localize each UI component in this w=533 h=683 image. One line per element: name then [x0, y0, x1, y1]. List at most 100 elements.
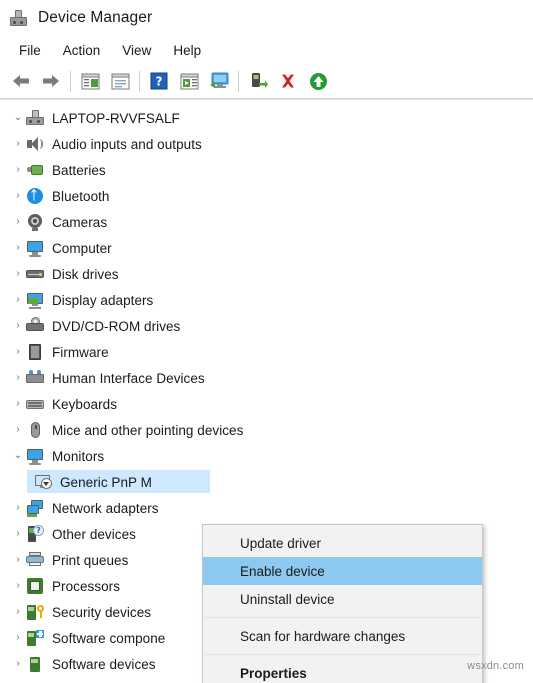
tree-item-label: LAPTOP-RVVFSALF — [52, 110, 180, 126]
tree-item-firmware[interactable]: › Firmware — [0, 339, 533, 365]
chevron-right-icon[interactable]: › — [10, 659, 26, 669]
firmware-icon — [26, 343, 44, 361]
help-icon[interactable]: ? — [144, 67, 174, 95]
tree-item-label: Other devices — [52, 526, 136, 542]
svg-text:?: ? — [156, 75, 163, 89]
security-device-icon — [26, 603, 44, 621]
tree-item-dvd-cd-rom-drives[interactable]: › DVD/CD-ROM drives — [0, 313, 533, 339]
chevron-right-icon[interactable]: › — [10, 555, 26, 565]
tree-item-label: Display adapters — [52, 292, 154, 308]
hid-icon — [26, 369, 44, 387]
tree-item-batteries[interactable]: › Batteries — [0, 157, 533, 183]
context-menu[interactable]: Update driver Enable device Uninstall de… — [202, 524, 483, 683]
forward-icon[interactable] — [36, 67, 66, 95]
tree-item-audio-inputs-and-outputs[interactable]: › Audio inputs and outputs — [0, 131, 533, 157]
speaker-icon — [26, 135, 44, 153]
tree-item-label: Software devices — [52, 656, 156, 672]
camera-icon — [26, 213, 44, 231]
chevron-right-icon[interactable]: › — [10, 295, 26, 305]
tree-item-label: Computer — [52, 240, 112, 256]
context-menu-item-update-driver[interactable]: Update driver — [203, 529, 482, 557]
computer-root-icon — [26, 109, 44, 127]
software-component-icon — [26, 629, 44, 647]
tree-item-label: Audio inputs and outputs — [52, 136, 202, 152]
tree-item-bluetooth[interactable]: › ᛏ Bluetooth — [0, 183, 533, 209]
chevron-right-icon[interactable]: › — [10, 165, 26, 175]
tree-item-label: Network adapters — [52, 500, 159, 516]
chevron-right-icon[interactable]: › — [10, 529, 26, 539]
tree-item-label: Software compone — [52, 630, 166, 646]
chevron-right-icon[interactable]: › — [10, 243, 26, 253]
chevron-right-icon[interactable]: › — [10, 139, 26, 149]
network-adapter-icon — [26, 499, 44, 517]
update-driver-icon[interactable] — [174, 67, 204, 95]
chevron-right-icon[interactable]: › — [10, 269, 26, 279]
toolbar-separator — [238, 70, 239, 92]
tree-item-cameras[interactable]: › Cameras — [0, 209, 533, 235]
tree-item-computer[interactable]: › Computer — [0, 235, 533, 261]
chevron-right-icon[interactable]: › — [10, 399, 26, 409]
chevron-right-icon[interactable]: › — [10, 347, 26, 357]
device-manager-icon — [9, 9, 28, 28]
chevron-down-icon[interactable]: ⌄ — [10, 113, 26, 123]
tree-item-network-adapters[interactable]: › Network adapters — [0, 495, 533, 521]
show-hide-console-tree-icon[interactable] — [75, 67, 105, 95]
tree-item-label: Security devices — [52, 604, 152, 620]
software-device-icon — [26, 655, 44, 673]
chevron-right-icon[interactable]: › — [10, 503, 26, 513]
tree-item-label: Human Interface Devices — [52, 370, 205, 386]
context-menu-item-enable-device[interactable]: Enable device — [203, 557, 482, 585]
tree-item-label: DVD/CD-ROM drives — [52, 318, 181, 334]
tree-item-label: Monitors — [52, 448, 105, 464]
context-menu-item-properties[interactable]: Properties — [203, 659, 482, 683]
monitor-icon — [26, 447, 44, 465]
context-menu-separator — [205, 654, 480, 655]
chevron-down-icon[interactable]: ⌄ — [10, 451, 26, 461]
tree-item-root[interactable]: ⌄ LAPTOP-RVVFSALF — [0, 105, 533, 131]
tree-item-human-interface-devices[interactable]: › Human Interface Devices — [0, 365, 533, 391]
window-title: Device Manager — [38, 9, 153, 26]
chevron-right-icon[interactable]: › — [10, 607, 26, 617]
chevron-right-icon[interactable]: › — [10, 373, 26, 383]
device-tree[interactable]: ⌄ LAPTOP-RVVFSALF › Audio inputs and out… — [0, 100, 533, 683]
tree-item-label: Keyboards — [52, 396, 117, 412]
tree-item-keyboards[interactable]: › Keyboards — [0, 391, 533, 417]
back-icon[interactable] — [6, 67, 36, 95]
menu-view[interactable]: View — [111, 40, 162, 61]
chevron-right-icon[interactable]: › — [10, 581, 26, 591]
context-menu-item-scan-for-hardware-changes[interactable]: Scan for hardware changes — [203, 622, 482, 650]
tree-item-generic-pnp-monitor[interactable]: Generic PnP M — [0, 469, 533, 495]
properties-icon[interactable] — [105, 67, 135, 95]
menu-file[interactable]: File — [8, 40, 52, 61]
menu-help[interactable]: Help — [162, 40, 212, 61]
generic-pnp-monitor-icon — [34, 473, 52, 491]
disk-drive-icon — [26, 265, 44, 283]
keyboard-icon — [26, 395, 44, 413]
menu-action[interactable]: Action — [52, 40, 112, 61]
tree-item-label: Batteries — [52, 162, 106, 178]
tree-item-display-adapters[interactable]: › Display adapters — [0, 287, 533, 313]
monitor-icon — [26, 239, 44, 257]
enable-device-icon[interactable] — [243, 67, 273, 95]
chevron-right-icon[interactable]: › — [10, 191, 26, 201]
tree-item-mice-and-other-pointing-devices[interactable]: › Mice and other pointing devices — [0, 417, 533, 443]
tree-item-disk-drives[interactable]: › Disk drives — [0, 261, 533, 287]
chevron-right-icon[interactable]: › — [10, 217, 26, 227]
scan-for-hardware-changes-icon[interactable] — [204, 67, 234, 95]
toolbar-separator — [139, 70, 140, 92]
chevron-right-icon[interactable]: › — [10, 633, 26, 643]
uninstall-device-icon[interactable] — [273, 67, 303, 95]
chevron-right-icon[interactable]: › — [10, 321, 26, 331]
chevron-right-icon[interactable]: › — [10, 425, 26, 435]
tree-item-monitors[interactable]: ⌄ Monitors — [0, 443, 533, 469]
other-devices-icon: ? — [26, 525, 44, 543]
context-menu-item-uninstall-device[interactable]: Uninstall device — [203, 585, 482, 613]
title-bar: Device Manager — [0, 0, 533, 36]
tree-item-label: Print queues — [52, 552, 129, 568]
tree-item-label: Processors — [52, 578, 121, 594]
mouse-icon — [26, 421, 44, 439]
update-device-driver-icon[interactable] — [303, 67, 333, 95]
menu-bar: File Action View Help — [0, 36, 533, 64]
context-menu-separator — [205, 617, 480, 618]
toolbar-separator — [70, 70, 71, 92]
